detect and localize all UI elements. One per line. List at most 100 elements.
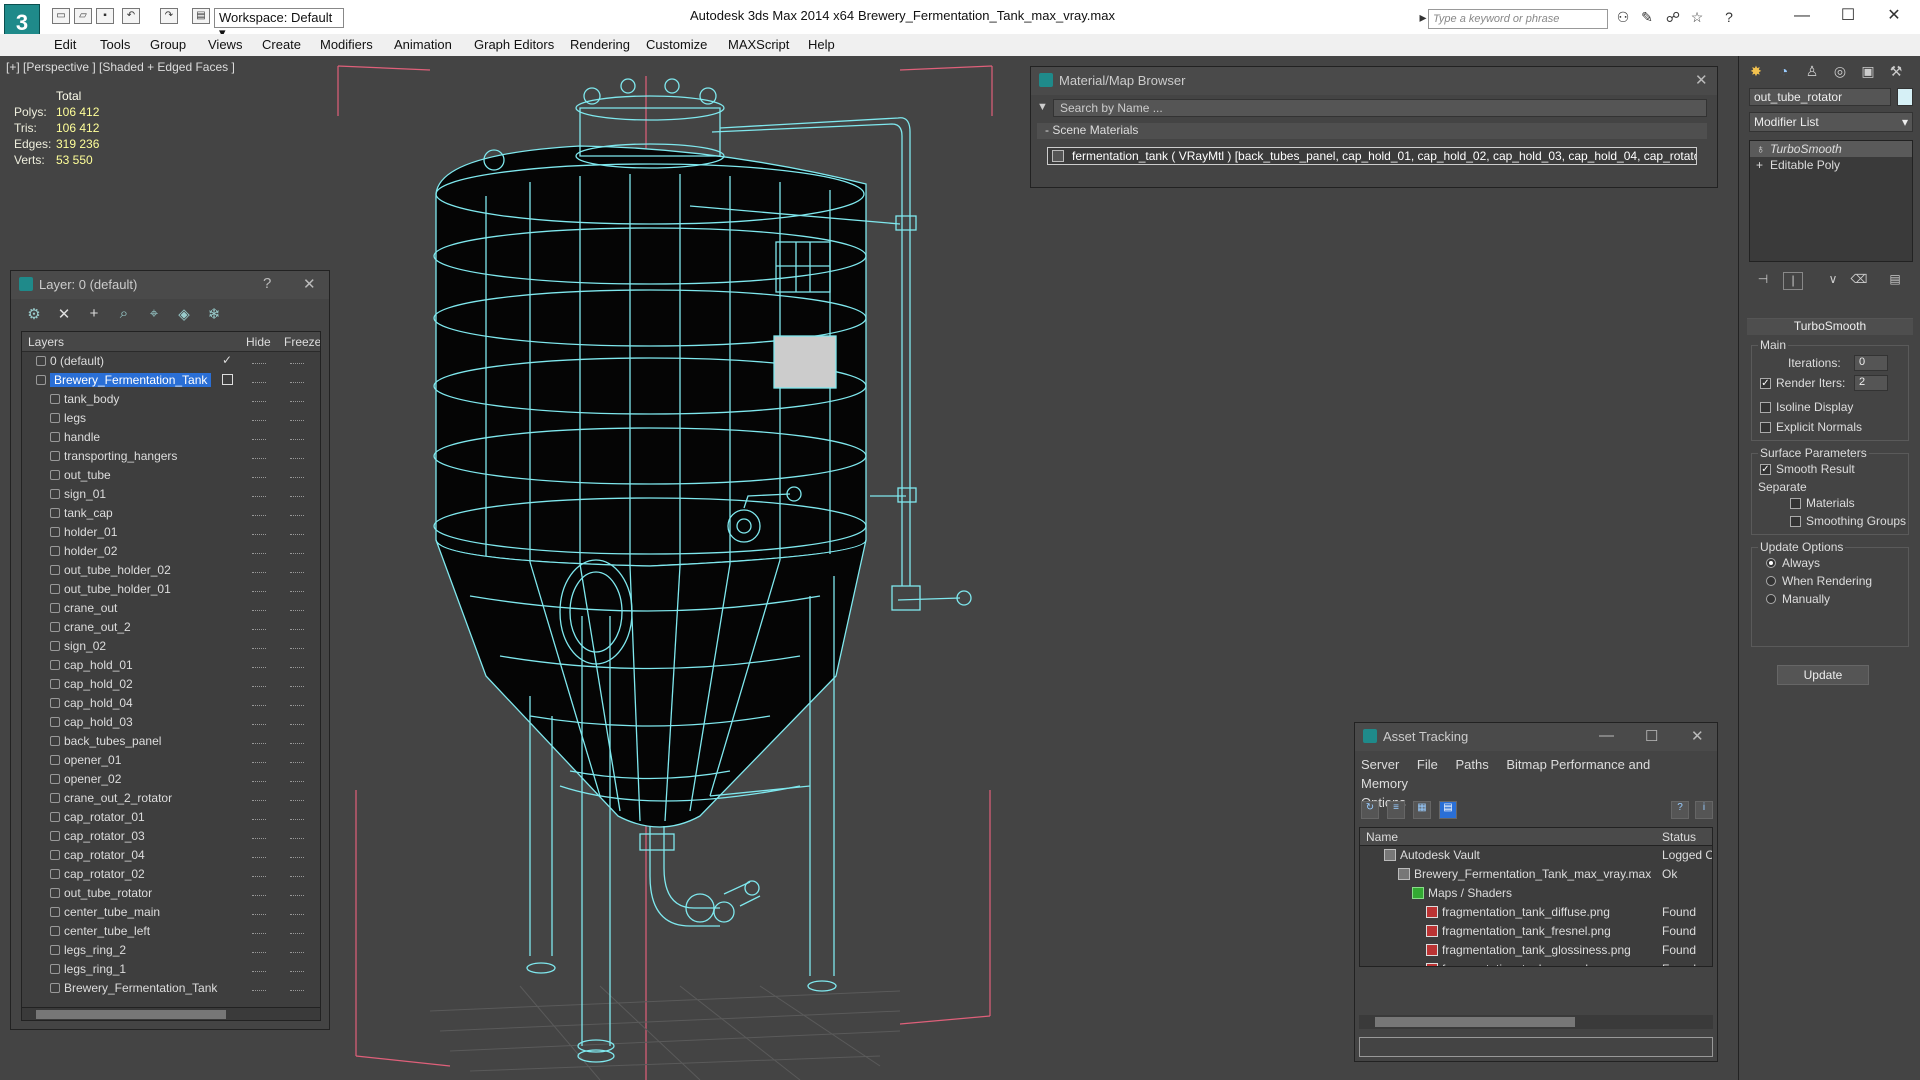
freeze-toggle[interactable] (290, 622, 304, 630)
material-browser-header[interactable]: Material/Map Browser ✕ (1031, 67, 1717, 95)
layer-row[interactable]: out_tube_rotator (22, 884, 320, 903)
freeze-toggle[interactable] (290, 527, 304, 535)
hide-toggle[interactable] (252, 660, 266, 668)
layer-row[interactable]: cap_rotator_01 (22, 808, 320, 827)
new-file-icon[interactable]: ▭ (52, 8, 70, 24)
freeze-toggle[interactable] (290, 888, 304, 896)
layer-row[interactable]: crane_out (22, 599, 320, 618)
browser-options-icon[interactable]: ▼ (1037, 101, 1048, 113)
layer-row[interactable]: cap_rotator_04 (22, 846, 320, 865)
add-to-layer-icon[interactable]: + (85, 305, 103, 323)
table-view-icon[interactable]: ▤ (1439, 801, 1457, 819)
hide-toggle[interactable] (252, 413, 266, 421)
layer-row[interactable]: holder_02 (22, 542, 320, 561)
minimize-button[interactable]: — (1780, 4, 1824, 28)
detail-view-icon[interactable]: ▦ (1413, 801, 1431, 819)
menu-graph-editors[interactable]: Graph Editors (474, 37, 554, 52)
asset-info-icon[interactable]: i (1695, 801, 1713, 819)
materials-checkbox[interactable] (1790, 498, 1801, 509)
hide-toggle[interactable] (252, 679, 266, 687)
hide-toggle[interactable] (252, 470, 266, 478)
hide-toggle[interactable] (252, 812, 266, 820)
layer-row[interactable]: transporting_hangers (22, 447, 320, 466)
asset-row[interactable]: Autodesk Vault Logged Ou (1360, 846, 1712, 865)
material-map-browser-panel[interactable]: Material/Map Browser ✕ ▼ Search by Name … (1030, 66, 1718, 188)
freeze-toggle[interactable] (290, 755, 304, 763)
freeze-toggle[interactable] (290, 394, 304, 402)
freeze-toggle[interactable] (290, 850, 304, 858)
asset-row[interactable]: fragmentation_tank_fresnel.png Found (1360, 922, 1712, 941)
remove-modifier-icon[interactable]: ⌫ (1849, 272, 1869, 290)
hide-toggle[interactable] (252, 565, 266, 573)
layer-panel-close-icon[interactable]: ✕ (303, 275, 316, 293)
hide-toggle[interactable] (252, 375, 266, 383)
freeze-toggle[interactable] (290, 584, 304, 592)
layer-row[interactable]: back_tubes_panel (22, 732, 320, 751)
smooth-result-checkbox[interactable]: ✓ (1760, 464, 1771, 475)
asset-tracking-header[interactable]: Asset Tracking — ☐ ✕ (1355, 723, 1717, 751)
hide-toggle[interactable] (252, 394, 266, 402)
menu-create[interactable]: Create (262, 37, 301, 52)
hide-toggle[interactable] (252, 983, 266, 991)
hide-toggle[interactable] (252, 964, 266, 972)
layer-settings-icon[interactable]: ⚙ (25, 305, 43, 323)
scrollbar-thumb[interactable] (36, 1010, 226, 1019)
material-item[interactable]: fermentation_tank ( VRayMtl ) [back_tube… (1047, 147, 1697, 165)
workspace-dropdown[interactable]: Workspace: Default ▾ (214, 8, 344, 40)
explicit-normals-checkbox[interactable] (1760, 422, 1771, 433)
scrollbar-thumb[interactable] (1375, 1017, 1575, 1027)
layer-row[interactable]: tank_body (22, 390, 320, 409)
asset-row[interactable]: fragmentation_tank_glossiness.png Found (1360, 941, 1712, 960)
iterations-spinner[interactable]: 0 (1854, 355, 1888, 371)
asset-path-input[interactable] (1359, 1037, 1713, 1057)
freeze-toggle[interactable] (290, 413, 304, 421)
layer-row[interactable]: crane_out_2_rotator (22, 789, 320, 808)
asset-close-icon[interactable]: ✕ (1691, 727, 1704, 745)
layer-row[interactable]: cap_rotator_02 (22, 865, 320, 884)
render-iters-spinner[interactable]: 2 (1854, 375, 1888, 391)
freeze-toggle[interactable] (290, 869, 304, 877)
highlight-selected-icon[interactable]: ⌖ (145, 305, 163, 323)
refresh-icon[interactable]: ↻ (1361, 801, 1379, 819)
freeze-toggle[interactable] (290, 717, 304, 725)
pin-stack-icon[interactable]: ⊣ (1753, 272, 1773, 290)
select-layer-objects-icon[interactable]: ⌕ (115, 305, 133, 323)
menu-help[interactable]: Help (808, 37, 835, 52)
modifier-stack[interactable]: ♁ TurboSmooth + Editable Poly (1749, 140, 1913, 262)
layer-row[interactable]: cap_rotator_03 (22, 827, 320, 846)
hide-toggle[interactable] (252, 698, 266, 706)
freeze-toggle[interactable] (290, 831, 304, 839)
layer-row[interactable]: crane_out_2 (22, 618, 320, 637)
layer-panel-header[interactable]: Layer: 0 (default) ? ✕ (11, 271, 329, 299)
freeze-toggle[interactable] (290, 660, 304, 668)
layer-row[interactable]: opener_01 (22, 751, 320, 770)
menu-group[interactable]: Group (150, 37, 186, 52)
display-tab-icon[interactable]: ▣ (1857, 60, 1879, 82)
asset-menu-bitmap[interactable]: Bitmap Performance and Memory (1361, 757, 1650, 791)
close-button[interactable]: ✕ (1872, 4, 1916, 28)
layer-row[interactable]: out_tube_holder_02 (22, 561, 320, 580)
freeze-toggle[interactable] (290, 736, 304, 744)
undo-icon[interactable]: ↶ (122, 8, 140, 24)
hide-toggle[interactable] (252, 793, 266, 801)
hide-toggle[interactable] (252, 508, 266, 516)
freeze-toggle[interactable] (290, 793, 304, 801)
material-browser-close-icon[interactable]: ✕ (1695, 71, 1708, 89)
layer-row[interactable]: 0 (default) ✓ (22, 352, 320, 371)
column-hide[interactable]: Hide (246, 335, 271, 349)
layer-properties-icon[interactable] (222, 374, 233, 385)
maximize-button[interactable]: ☐ (1826, 4, 1870, 28)
hide-toggle[interactable] (252, 869, 266, 877)
freeze-toggle[interactable] (290, 679, 304, 687)
freeze-all-layers-icon[interactable]: ❄ (205, 305, 223, 323)
hierarchy-tab-icon[interactable]: ♙ (1801, 60, 1823, 82)
lightbulb-icon[interactable]: ♁ (1756, 142, 1765, 156)
stack-item-turbosmooth[interactable]: ♁ TurboSmooth (1750, 141, 1912, 157)
motion-tab-icon[interactable]: ◎ (1829, 60, 1851, 82)
make-unique-icon[interactable]: ∨ (1823, 272, 1843, 290)
delete-layer-icon[interactable]: ✕ (55, 305, 73, 323)
layer-list[interactable]: Layers Hide Freeze 0 (default) ✓ Brewery_F… (21, 331, 321, 1011)
layer-row[interactable]: cap_hold_03 (22, 713, 320, 732)
layer-row[interactable]: center_tube_left (22, 922, 320, 941)
freeze-toggle[interactable] (290, 964, 304, 972)
